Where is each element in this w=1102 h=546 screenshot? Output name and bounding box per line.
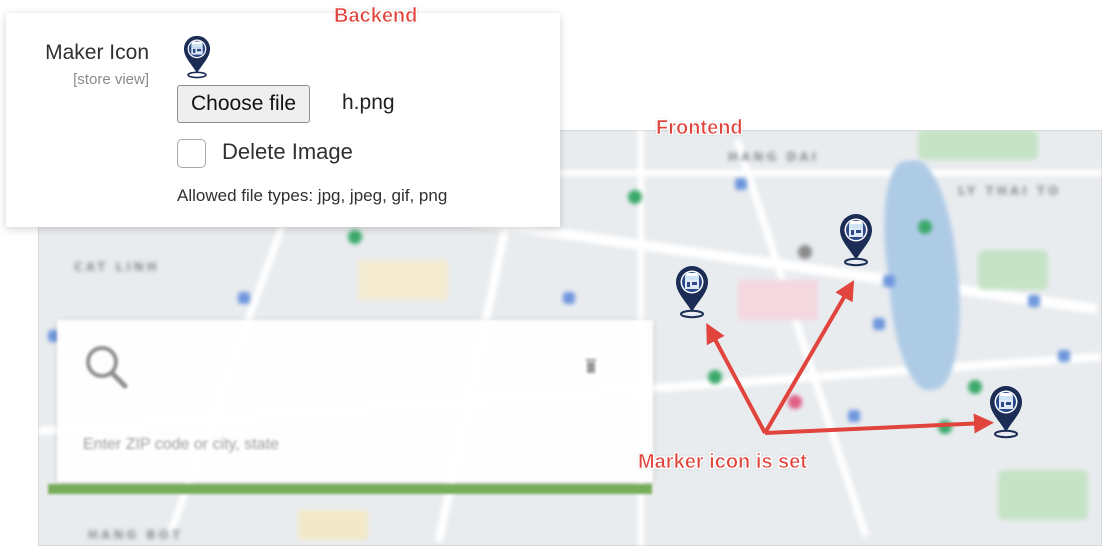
maker-icon-label: Maker Icon: [45, 41, 149, 64]
map-label: HANG BOT: [88, 528, 183, 542]
map-label: HANG DAI: [728, 150, 820, 164]
marker-icon-callout: Marker icon is set: [638, 451, 808, 474]
map-progress-bar: [48, 484, 652, 494]
search-input[interactable]: Enter ZIP code or city, state: [83, 436, 279, 454]
map-label: CAT LINH: [74, 260, 160, 274]
store-map-marker-icon[interactable]: [674, 265, 710, 319]
backend-admin-panel: Maker Icon [store view] Choose file h.pn…: [6, 13, 560, 227]
frontend-callout: Frontend: [656, 117, 743, 140]
backend-callout: Backend: [334, 5, 418, 28]
store-view-scope: [store view]: [73, 71, 149, 88]
store-map-marker-icon[interactable]: [838, 213, 874, 267]
store-map-marker-icon[interactable]: [988, 385, 1024, 439]
store-search-panel: Enter ZIP code or city, state: [57, 320, 653, 482]
delete-image-label[interactable]: Delete Image: [222, 139, 353, 165]
store-map-marker-icon: [177, 35, 217, 79]
map-label: LY THAI TO: [958, 184, 1062, 198]
trash-icon[interactable]: [585, 358, 597, 379]
choose-file-button[interactable]: Choose file: [177, 85, 311, 123]
delete-image-checkbox[interactable]: [177, 139, 206, 168]
selected-file-name: h.png: [342, 91, 395, 114]
magnifier-icon[interactable]: [81, 340, 133, 397]
allowed-file-types-note: Allowed file types: jpg, jpeg, gif, png: [177, 186, 448, 205]
